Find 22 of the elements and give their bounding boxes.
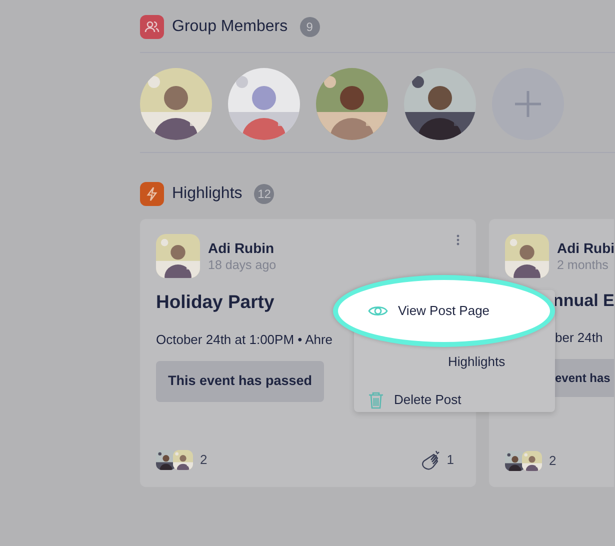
lightning-icon: [140, 182, 164, 206]
event-details: October 24th at 1:00PM • Ahre: [156, 330, 333, 349]
section-title: Highlights: [172, 184, 242, 204]
clap-count: 1: [446, 451, 454, 470]
event-status: This event has passed: [156, 361, 324, 402]
post-title: Holiday Party: [156, 290, 274, 314]
post-title: nnual E: [553, 290, 614, 312]
plus-icon: [513, 89, 543, 119]
section-title: Group Members: [172, 17, 288, 37]
post-time: 2 months: [557, 257, 610, 274]
event-details: ber 24th: [555, 328, 603, 346]
author-name: Adi Rubin: [208, 240, 276, 257]
group-icon: [140, 15, 164, 39]
reaction-count: 2: [549, 452, 556, 470]
post-time: 18 days ago: [208, 257, 276, 274]
count-badge: 12: [254, 184, 274, 204]
trash-icon: [368, 391, 384, 409]
more-options-icon[interactable]: [456, 234, 460, 246]
reaction-count: 2: [200, 451, 208, 470]
count-badge: 9: [300, 17, 320, 37]
eye-icon: [368, 304, 388, 318]
author-name: Adi Rubi: [557, 240, 615, 257]
